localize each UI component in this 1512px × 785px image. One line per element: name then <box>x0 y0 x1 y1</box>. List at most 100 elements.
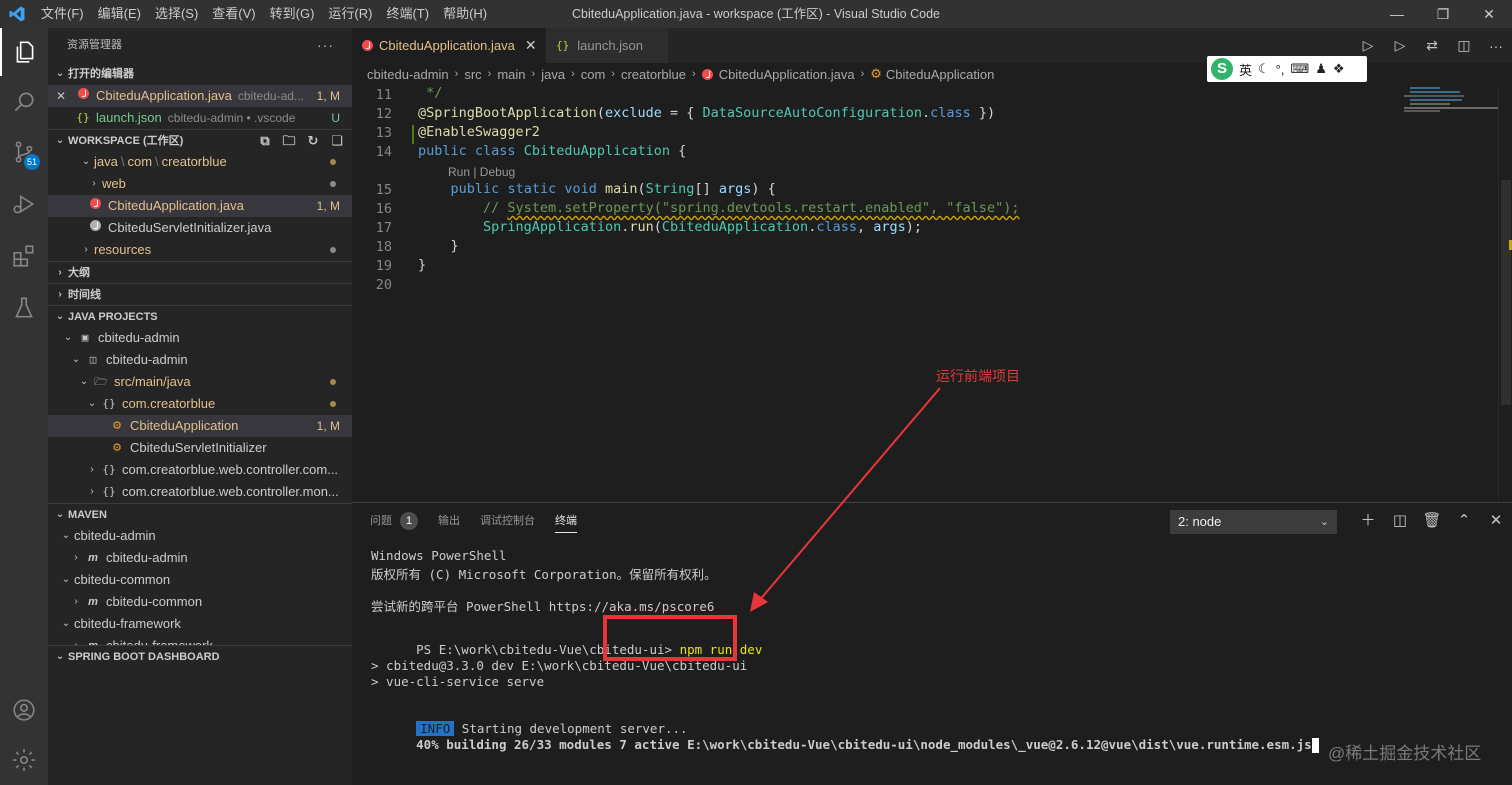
maximize-panel-icon[interactable]: ⌃ <box>1448 509 1480 533</box>
workspace-folder-resources[interactable]: › resources <box>48 239 352 261</box>
maven-item[interactable]: ⌄ cbitedu-framework <box>48 613 352 635</box>
class-icon: ⚙ <box>112 442 122 454</box>
tab-cbitedu-application[interactable]: CbiteduApplication.java ✕ <box>352 28 545 63</box>
restore-button[interactable]: ❐ <box>1420 0 1466 28</box>
close-window-button[interactable]: ✕ <box>1466 0 1512 28</box>
java-project-item[interactable]: ⌄ 🗁 src/main/java <box>48 371 352 393</box>
outline-header[interactable]: › 大纲 <box>48 261 352 283</box>
java-project-item[interactable]: ⌄ ▣ cbitedu-admin <box>48 327 352 349</box>
menu-terminal[interactable]: 终端(T) <box>379 0 436 28</box>
tab-output[interactable]: 输出 <box>438 503 460 539</box>
open-editor-item[interactable]: {} launch.json cbitedu-admin • .vscode U <box>48 107 352 129</box>
maven-item[interactable]: › m cbitedu-framework <box>48 635 352 645</box>
workspace-folder-web[interactable]: › web <box>48 173 352 195</box>
split-editor-icon[interactable]: ◫ <box>1448 37 1480 54</box>
breadcrumb-item[interactable]: CbiteduApplication <box>886 67 994 82</box>
ime-toolbar[interactable]: S 英 ☾ °, ⌨ ♟ ❖ <box>1207 56 1367 82</box>
java-project-item[interactable]: ⌄ ◫ cbitedu-admin <box>48 349 352 371</box>
breadcrumb-item[interactable]: main <box>497 67 525 82</box>
search-icon[interactable] <box>0 78 48 126</box>
tab-debug-console[interactable]: 调试控制台 <box>480 503 535 539</box>
close-icon[interactable]: ✕ <box>48 85 74 107</box>
spring-boot-dashboard-header[interactable]: ⌄ SPRING BOOT DASHBOARD <box>48 645 352 667</box>
editor-scrollbar[interactable] <box>1498 85 1512 500</box>
menu-edit[interactable]: 编辑(E) <box>91 0 148 28</box>
trash-icon[interactable]: 🗑 <box>1416 509 1448 533</box>
close-tab-icon[interactable]: ✕ <box>525 37 537 54</box>
menu-selection[interactable]: 选择(S) <box>148 0 205 28</box>
item-label: cbitedu-framework <box>74 616 181 631</box>
open-editors-header[interactable]: ⌄ 打开的编辑器 <box>48 63 352 85</box>
source-control-icon[interactable]: 51 <box>0 128 48 176</box>
maven-item[interactable]: › m cbitedu-common <box>48 591 352 613</box>
debug-icon[interactable]: ▷ <box>1384 37 1416 54</box>
timeline-header[interactable]: › 时间线 <box>48 283 352 305</box>
java-project-item[interactable]: › {} com.creatorblue.web.controller.com.… <box>48 459 352 481</box>
scrollbar-thumb[interactable] <box>1501 180 1511 405</box>
menu-view[interactable]: 查看(V) <box>205 0 262 28</box>
explorer-icon[interactable] <box>0 28 48 76</box>
java-project-item[interactable]: ⚙ CbiteduServletInitializer <box>48 437 352 459</box>
terminal-select[interactable]: 2: node ⌄ <box>1170 510 1337 534</box>
workspace-file-servlet[interactable]: CbiteduServletInitializer.java <box>48 217 352 239</box>
chevron-down-icon: ⌄ <box>87 398 97 409</box>
new-folder-icon[interactable]: 🗀 <box>280 130 298 152</box>
ime-mode[interactable]: 英 <box>1239 60 1252 79</box>
more-actions-icon[interactable]: ··· <box>317 28 334 63</box>
java-project-item[interactable]: ⚙ CbiteduApplication 1, M <box>48 415 352 437</box>
breadcrumb-item[interactable]: src <box>464 67 481 82</box>
close-panel-icon[interactable]: ✕ <box>1480 509 1512 533</box>
modified-dot <box>330 159 336 165</box>
tab-terminal[interactable]: 终端 <box>555 503 577 539</box>
workspace-header[interactable]: ⌄ WORKSPACE (工作区) ⧉ 🗀 ↻ ❏ <box>48 129 352 151</box>
testing-icon[interactable] <box>0 284 48 332</box>
breadcrumb-item[interactable]: creatorblue <box>621 67 686 82</box>
new-terminal-icon[interactable]: ＋ <box>1352 509 1384 533</box>
minimap[interactable] <box>1402 85 1498 145</box>
workspace-file-application[interactable]: CbiteduApplication.java 1, M <box>48 195 352 217</box>
breadcrumb-item[interactable]: cbitedu-admin <box>367 67 449 82</box>
menu-help[interactable]: 帮助(H) <box>436 0 494 28</box>
maven-item[interactable]: › m cbitedu-admin <box>48 547 352 569</box>
menu-run[interactable]: 运行(R) <box>321 0 379 28</box>
menu-file[interactable]: 文件(F) <box>34 0 91 28</box>
refresh-icon[interactable]: ↻ <box>304 130 322 152</box>
chevron-down-icon: ⌄ <box>81 156 91 167</box>
java-project-item[interactable]: ⌄ {} com.creatorblue <box>48 393 352 415</box>
chevron-right-icon: › <box>74 596 78 607</box>
tab-problems[interactable]: 问题 1 <box>370 503 418 539</box>
maven-item[interactable]: ⌄ cbitedu-admin <box>48 525 352 547</box>
folder-name: resources <box>94 242 152 257</box>
java-project-item[interactable]: › {} com.creatorblue.web.controller.mon.… <box>48 481 352 503</box>
punctuation-icon[interactable]: °, <box>1276 62 1285 77</box>
new-file-icon[interactable]: ⧉ <box>256 130 274 152</box>
keyboard-icon[interactable]: ⌨ <box>1290 61 1309 77</box>
menu-go[interactable]: 转到(G) <box>263 0 322 28</box>
more-actions-icon[interactable]: ··· <box>1480 38 1512 54</box>
extensions-icon[interactable] <box>0 232 48 280</box>
minimize-button[interactable]: — <box>1374 0 1420 28</box>
maven-item[interactable]: ⌄ cbitedu-common <box>48 569 352 591</box>
breadcrumb-item[interactable]: CbiteduApplication.java <box>719 67 855 82</box>
grid-icon[interactable]: ❖ <box>1333 61 1345 77</box>
run-icon[interactable]: ▷ <box>1352 37 1384 54</box>
account-icon[interactable] <box>0 686 48 734</box>
moon-icon[interactable]: ☾ <box>1258 61 1270 77</box>
run-debug-codelens[interactable]: Run | Debug <box>448 165 515 179</box>
item-label: cbitedu-admin <box>74 528 156 543</box>
settings-gear-icon[interactable] <box>0 736 48 784</box>
run-debug-icon[interactable] <box>0 180 48 228</box>
java-file-icon <box>74 85 92 107</box>
tab-launch-json[interactable]: {} launch.json <box>546 28 668 63</box>
open-editor-item[interactable]: ✕ CbiteduApplication.java cbitedu-ad... … <box>48 85 352 107</box>
maven-header[interactable]: ⌄ MAVEN <box>48 503 352 525</box>
chevron-right-icon: › <box>454 68 459 80</box>
breadcrumb-item[interactable]: java <box>541 67 565 82</box>
compare-icon[interactable]: ⇄ <box>1416 37 1448 54</box>
java-projects-header[interactable]: ⌄ JAVA PROJECTS <box>48 305 352 327</box>
user-icon[interactable]: ♟ <box>1315 61 1327 77</box>
breadcrumb-item[interactable]: com <box>581 67 606 82</box>
collapse-all-icon[interactable]: ❏ <box>328 130 346 152</box>
workspace-folder-java[interactable]: ⌄ java \ com \ creatorblue <box>48 151 352 173</box>
split-terminal-icon[interactable]: ◫ <box>1384 509 1416 533</box>
